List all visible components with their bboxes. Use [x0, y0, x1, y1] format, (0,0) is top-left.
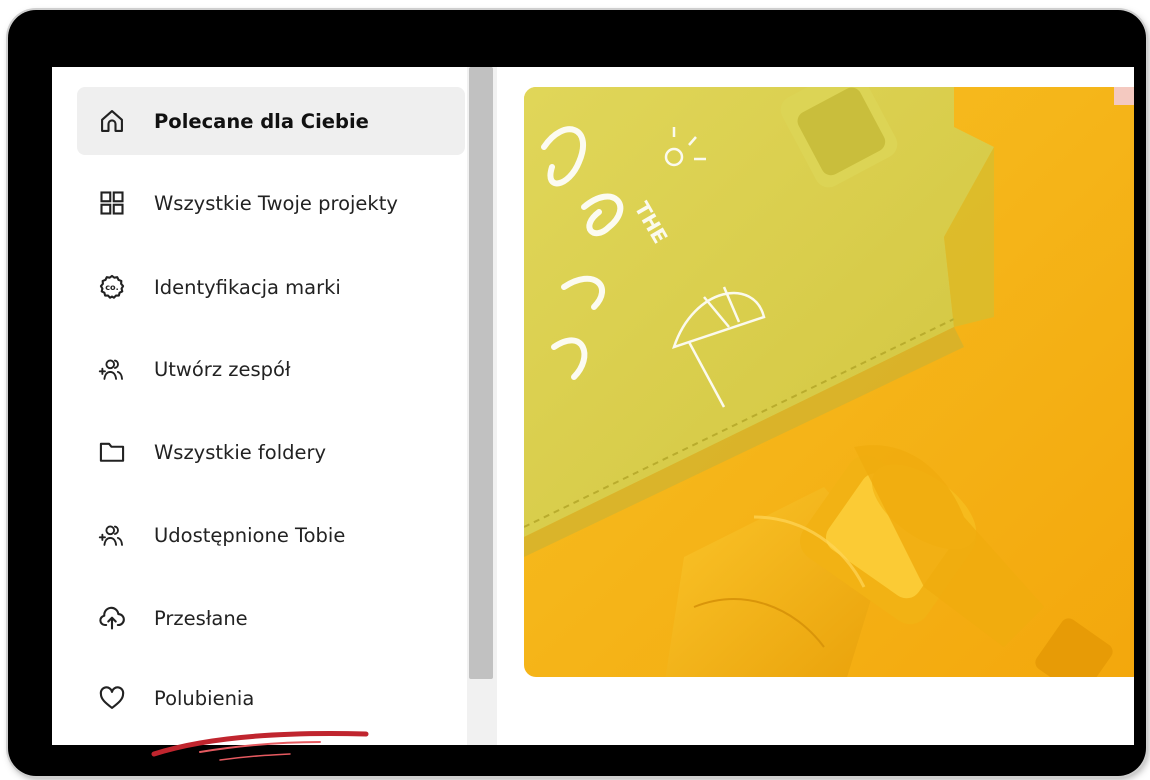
sidebar-item-folders[interactable]: Wszystkie foldery	[77, 418, 465, 486]
device-frame: Polecane dla Ciebie Wszystkie Twoje proj…	[8, 10, 1146, 776]
sidebar-item-uploads[interactable]: Przesłane	[77, 584, 465, 652]
grid-icon	[98, 189, 126, 217]
sidebar-item-likes[interactable]: Polubienia	[77, 664, 465, 732]
sidebar-item-all-projects[interactable]: Wszystkie Twoje projekty	[77, 169, 465, 237]
hero-image[interactable]: THE	[524, 87, 1134, 677]
sidebar-item-label: Utwórz zespół	[154, 357, 291, 381]
sidebar-item-label: Wszystkie Twoje projekty	[154, 191, 398, 215]
sidebar-item-shared[interactable]: Udostępnione Tobie	[77, 501, 465, 569]
sidebar: Polecane dla Ciebie Wszystkie Twoje proj…	[52, 67, 467, 745]
sidebar-item-label: Polecane dla Ciebie	[154, 109, 369, 133]
svg-text:co.: co.	[105, 282, 119, 292]
sidebar-item-label: Udostępnione Tobie	[154, 523, 346, 547]
sidebar-item-label: Polubienia	[154, 686, 255, 710]
shared-icon	[98, 521, 126, 549]
sidebar-item-label: Przesłane	[154, 606, 248, 630]
sidebar-item-recommended[interactable]: Polecane dla Ciebie	[77, 87, 465, 155]
brand-kit-icon: co.	[98, 273, 126, 301]
sidebar-item-brand[interactable]: co. Identyfikacja marki	[77, 253, 465, 321]
add-team-icon	[98, 355, 126, 383]
sidebar-scrollbar[interactable]	[467, 67, 497, 745]
home-icon	[98, 107, 126, 135]
app-screen: Polecane dla Ciebie Wszystkie Twoje proj…	[52, 67, 1134, 745]
sidebar-item-label: Identyfikacja marki	[154, 275, 341, 299]
sidebar-item-create-team[interactable]: Utwórz zespół	[77, 335, 465, 403]
heart-icon	[98, 684, 126, 712]
scrollbar-thumb[interactable]	[469, 67, 493, 679]
sidebar-item-label: Wszystkie foldery	[154, 440, 327, 464]
red-swoosh-decoration	[151, 731, 369, 761]
folder-icon	[98, 438, 126, 466]
upload-icon	[98, 604, 126, 632]
